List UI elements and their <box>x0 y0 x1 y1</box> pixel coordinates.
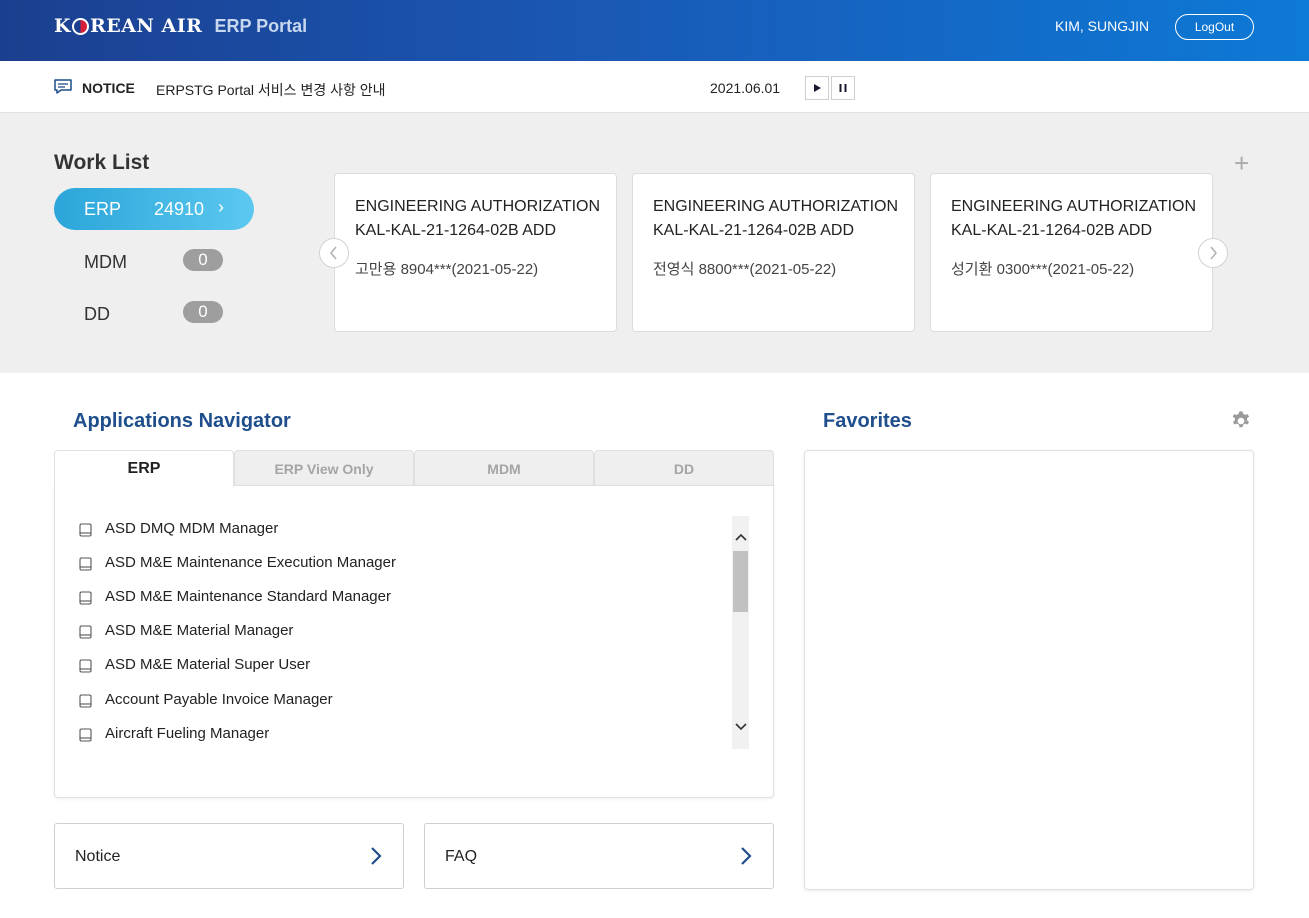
apps-tabs: ERP ERP View Only MDM DD <box>54 450 774 487</box>
logo-wordmark: K REAN AIR <box>54 15 203 37</box>
document-icon <box>79 591 92 605</box>
app-list-item[interactable]: ASD M&E Maintenance Execution Manager <box>79 551 396 573</box>
document-icon <box>79 694 92 708</box>
apps-list-panel: ASD DMQ MDM Manager ASD M&E Maintenance … <box>54 485 774 798</box>
document-icon <box>79 557 92 571</box>
notice-label: NOTICE <box>82 80 135 96</box>
work-item-subtitle: KAL-KAL-21-1264-02B ADD <box>951 222 1152 239</box>
chevron-down-icon <box>734 722 747 730</box>
notice-play-button[interactable] <box>805 76 829 100</box>
worklist-dd-button[interactable]: DD 0 <box>84 301 254 327</box>
gear-icon[interactable] <box>1230 410 1252 432</box>
app-list-item[interactable]: Account Payable Invoice Manager <box>79 688 333 710</box>
apps-list-scrollbar[interactable] <box>732 516 749 749</box>
chevron-right-icon <box>1210 246 1217 260</box>
work-item-card[interactable]: ENGINEERING AUTHORIZATION KAL-KAL-21-126… <box>930 173 1213 332</box>
app-list-item[interactable]: ASD M&E Material Super User <box>79 653 310 675</box>
faq-link-label: FAQ <box>445 848 478 865</box>
notice-date: 2021.06.01 <box>710 80 781 96</box>
scroll-up-button[interactable] <box>732 528 749 545</box>
apps-navigator-title: Applications Navigator <box>73 410 291 432</box>
work-item-subtitle: KAL-KAL-21-1264-02B ADD <box>355 222 556 239</box>
app-list-item[interactable]: ASD M&E Maintenance Standard Manager <box>79 585 391 607</box>
app-list-item[interactable]: ASD M&E Material Manager <box>79 619 293 641</box>
tab-dd[interactable]: DD <box>594 450 774 486</box>
notice-link-label: Notice <box>75 848 121 865</box>
favorites-title: Favorites <box>823 410 912 432</box>
pause-icon <box>839 84 847 92</box>
scrollbar-thumb[interactable] <box>733 551 748 612</box>
app-name: ASD M&E Material Super User <box>105 655 311 673</box>
chevron-up-icon <box>734 533 747 541</box>
work-list-section: Work List + ERP 24910 › MDM 0 DD 0 ENGIN… <box>0 113 1309 373</box>
app-list-item[interactable]: Aircraft Fueling Manager <box>79 722 269 744</box>
tab-mdm[interactable]: MDM <box>414 450 594 486</box>
app-name: Aircraft Fueling Manager <box>105 724 270 742</box>
work-item-title: ENGINEERING AUTHORIZATION <box>355 198 601 215</box>
app-list-item[interactable]: ASD DMQ MDM Manager <box>79 517 278 539</box>
scroll-down-button[interactable] <box>732 718 749 735</box>
worklist-category-label: DD <box>84 304 110 324</box>
notice-pause-button[interactable] <box>831 76 855 100</box>
carousel-prev-button[interactable] <box>319 238 349 268</box>
worklist-count-badge: 0 <box>183 301 223 323</box>
plus-icon[interactable]: + <box>1234 150 1249 176</box>
app-name: ASD M&E Maintenance Execution Manager <box>105 553 396 571</box>
work-item-title: ENGINEERING AUTHORIZATION <box>653 198 899 215</box>
notice-link-button[interactable]: Notice <box>54 823 404 889</box>
top-header: K REAN AIR ERP Portal KIM, SUNGJIN LogOut <box>0 0 1309 61</box>
app-name: ASD M&E Maintenance Standard Manager <box>105 587 391 605</box>
favorites-panel <box>804 450 1254 890</box>
chevron-left-icon <box>330 246 337 260</box>
carousel-next-button[interactable] <box>1198 238 1228 268</box>
tab-erp-view-only[interactable]: ERP View Only <box>234 450 414 486</box>
worklist-mdm-button[interactable]: MDM 0 <box>84 249 254 275</box>
portal-title: ERP Portal <box>214 15 308 36</box>
chevron-right-icon <box>741 847 752 865</box>
worklist-count: 24910 <box>154 199 205 219</box>
faq-link-button[interactable]: FAQ <box>424 823 774 889</box>
worklist-category-label: MDM <box>84 252 127 272</box>
notice-headline-link[interactable]: ERPSTG Portal 서비스 변경 사항 안내 <box>156 80 386 100</box>
app-name: ASD DMQ MDM Manager <box>105 519 279 537</box>
document-icon <box>79 728 92 742</box>
document-icon <box>79 523 92 537</box>
chevron-right-icon <box>371 847 382 865</box>
chevron-right-icon: › <box>218 197 224 217</box>
tab-erp[interactable]: ERP <box>54 450 234 487</box>
logout-button[interactable]: LogOut <box>1175 14 1254 40</box>
work-item-card[interactable]: ENGINEERING AUTHORIZATION KAL-KAL-21-126… <box>632 173 915 332</box>
app-name: ASD M&E Material Manager <box>105 621 294 639</box>
worklist-erp-button[interactable]: ERP 24910 › <box>54 188 254 230</box>
korean-air-logo[interactable]: K REAN AIR ERP Portal <box>54 15 307 37</box>
worklist-category-label: ERP <box>84 199 122 219</box>
document-icon <box>79 625 92 639</box>
work-item-meta: 고만용 8904***(2021-05-22) <box>355 261 539 278</box>
play-icon <box>814 84 821 92</box>
work-item-card[interactable]: ENGINEERING AUTHORIZATION KAL-KAL-21-126… <box>334 173 617 332</box>
user-name: KIM, SUNGJIN <box>1055 18 1150 34</box>
document-icon <box>79 659 92 673</box>
work-list-title: Work List <box>54 151 150 174</box>
work-item-title: ENGINEERING AUTHORIZATION <box>951 198 1197 215</box>
work-item-subtitle: KAL-KAL-21-1264-02B ADD <box>653 222 854 239</box>
taeguk-logo-icon <box>72 17 90 35</box>
chat-bubble-icon <box>54 79 72 94</box>
work-item-meta: 성기환 0300***(2021-05-22) <box>951 261 1135 278</box>
work-item-meta: 전영식 8800***(2021-05-22) <box>653 261 837 278</box>
worklist-count-badge: 0 <box>183 249 223 271</box>
notice-bar: NOTICE ERPSTG Portal 서비스 변경 사항 안내 2021.0… <box>0 61 1309 113</box>
app-name: Account Payable Invoice Manager <box>105 690 333 708</box>
